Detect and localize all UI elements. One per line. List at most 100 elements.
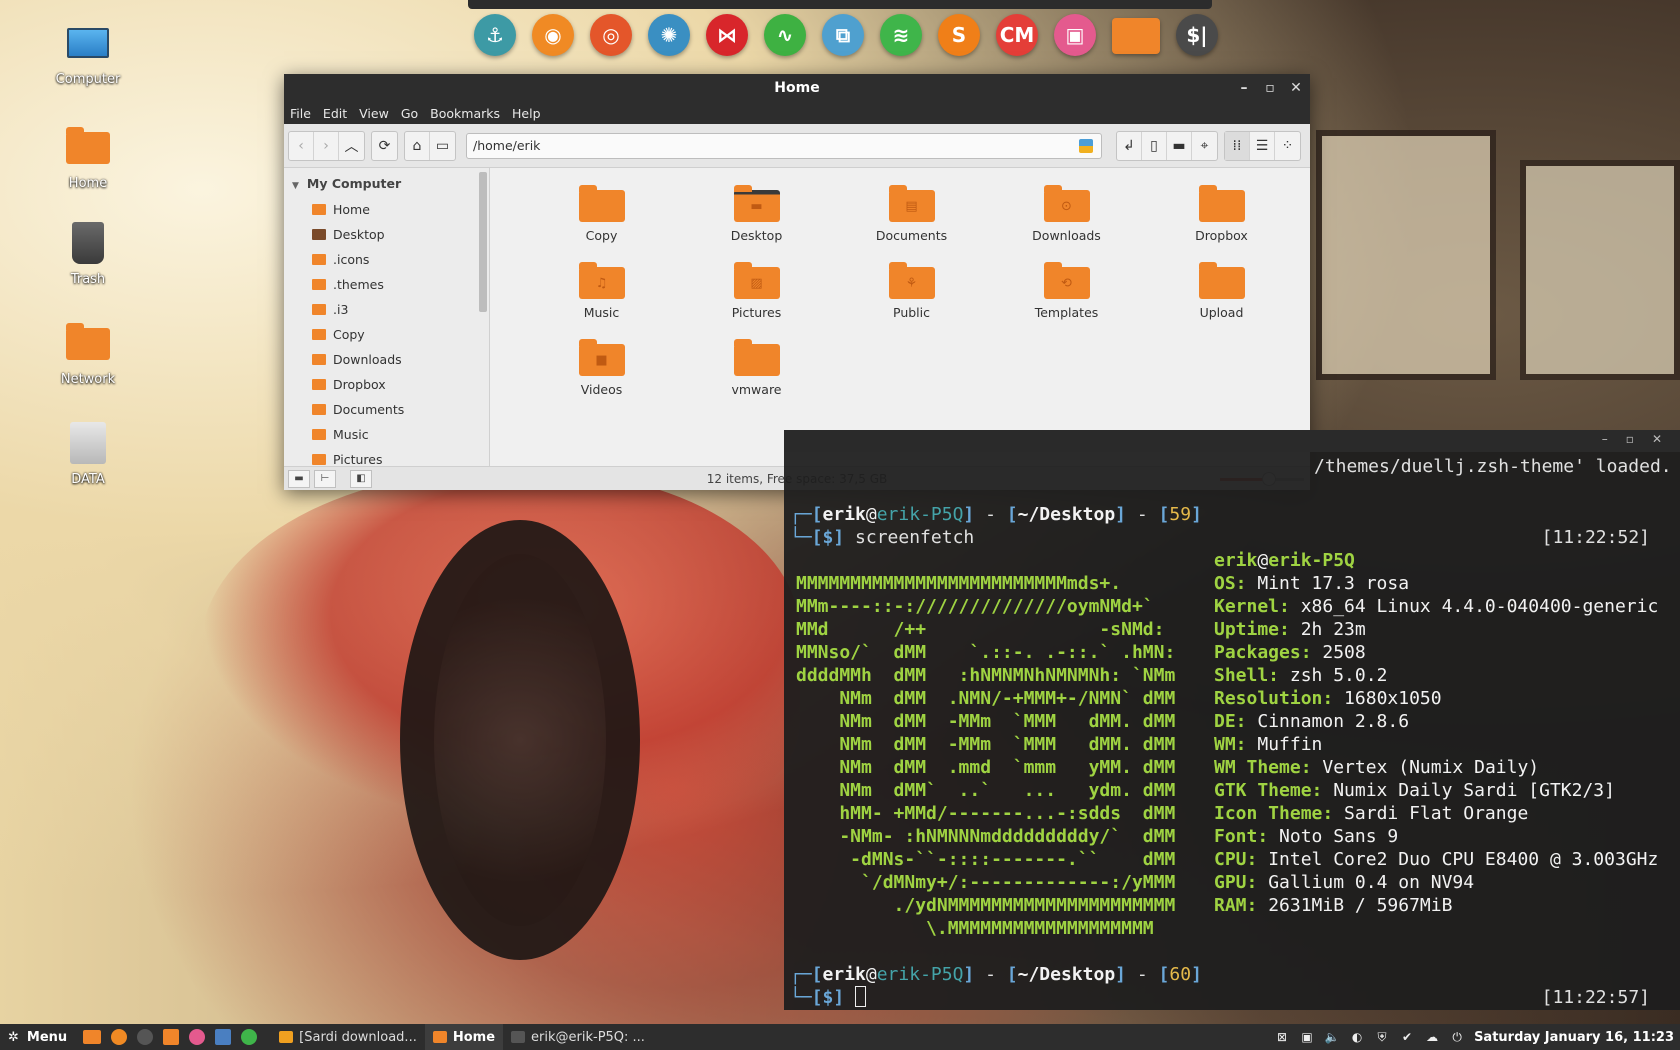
folder-launcher-icon[interactable] [163, 1029, 180, 1045]
hide-sidebar-button[interactable]: ◧ [350, 469, 372, 488]
terminal-command-line: └─[$] screenfetch [790, 527, 975, 548]
firefox-icon[interactable]: ◉ [532, 14, 574, 56]
target-button[interactable]: ⌖ [1192, 132, 1217, 160]
desktop-icon-home[interactable]: Home [38, 126, 138, 191]
power-icon[interactable]: ⏻ [1449, 1030, 1465, 1044]
sidebar-item-dropbox[interactable]: Dropbox [284, 372, 489, 397]
minimize-icon[interactable]: – [1238, 80, 1250, 96]
desktop-icon-label: Computer [55, 72, 121, 87]
taskbar-item[interactable]: erik@erik-P5Q: ... [503, 1024, 653, 1050]
sidebar-item-i3[interactable]: .i3 [284, 297, 489, 322]
chrome-icon[interactable]: ◎ [590, 14, 632, 56]
show-tree-button[interactable]: ⊢ [314, 469, 336, 488]
icon-view-button[interactable]: ⁞⁞ [1225, 131, 1250, 160]
file-item-music[interactable]: ♫ Music [524, 259, 679, 336]
shield-icon[interactable]: ⛨ [1374, 1030, 1390, 1044]
home-button[interactable]: ⌂ [405, 131, 430, 160]
menu-item-go[interactable]: Go [401, 106, 418, 121]
sidebar-scrollbar[interactable] [479, 172, 487, 312]
taskbar-item[interactable]: Home [424, 1024, 504, 1050]
network-icon[interactable]: ▣ [1299, 1030, 1315, 1044]
spotify-icon[interactable]: ≋ [880, 14, 922, 56]
file-item-pictures[interactable]: ▨ Pictures [679, 259, 834, 336]
minimize-icon[interactable]: – [1602, 432, 1608, 446]
terminal-launcher-icon[interactable] [137, 1029, 154, 1045]
file-item-templates[interactable]: ⟲ Templates [989, 259, 1144, 336]
system-monitor-icon[interactable]: ∿ [764, 14, 806, 56]
computer-button[interactable]: ▭ [430, 132, 455, 160]
reload-button[interactable]: ⟳ [372, 132, 397, 160]
sidebar-item-themes[interactable]: .themes [284, 272, 489, 297]
terminal-window[interactable]: – ▫ ✕ /themes/duellj.zsh-theme' loaded. … [784, 430, 1680, 1010]
update-icon[interactable]: ✔ [1399, 1030, 1415, 1044]
compact-view-button[interactable]: ⁘ [1275, 132, 1300, 160]
sidebar-item-pictures[interactable]: Pictures [284, 447, 489, 466]
aperture-icon[interactable]: ✺ [648, 14, 690, 56]
notification-icon[interactable]: ⊠ [1274, 1030, 1290, 1044]
window-titlebar[interactable]: Home – ▫ ✕ [284, 74, 1310, 102]
terminal-input-line[interactable]: └─[$] [790, 986, 867, 1009]
menu-item-bookmarks[interactable]: Bookmarks [430, 106, 500, 121]
file-item-copy[interactable]: Copy [524, 182, 679, 259]
sidebar-item-music[interactable]: Music [284, 422, 489, 447]
menu-item-file[interactable]: File [290, 106, 311, 121]
virtualbox-icon[interactable]: ⧉ [822, 14, 864, 56]
show-places-button[interactable]: ▬ [288, 469, 310, 488]
cloud-icon[interactable]: ☁ [1424, 1030, 1440, 1044]
menu-item-edit[interactable]: Edit [323, 106, 347, 121]
firefox-launcher-icon[interactable] [111, 1029, 128, 1045]
sidebar-item-downloads[interactable]: Downloads [284, 347, 489, 372]
menu-item-view[interactable]: View [359, 106, 389, 121]
camera-icon[interactable]: ▣ [1054, 14, 1096, 56]
file-item-vmware[interactable]: vmware [679, 336, 834, 413]
files-launcher-icon[interactable] [83, 1030, 102, 1044]
maximize-icon[interactable]: ▫ [1264, 80, 1276, 96]
sidebar-item-desktop[interactable]: Desktop [284, 222, 489, 247]
sidebar-item-documents[interactable]: Documents [284, 397, 489, 422]
up-button[interactable]: ︿ [339, 132, 364, 160]
terminal-button[interactable]: ▯ [1142, 131, 1167, 160]
file-item-upload[interactable]: Upload [1144, 259, 1299, 336]
new-folder-button[interactable]: ▬ [1167, 131, 1192, 160]
list-view-button[interactable]: ☰ [1250, 131, 1275, 160]
desktop-icon-trash[interactable]: Trash [38, 222, 138, 287]
file-item-desktop[interactable]: ▬ Desktop [679, 182, 834, 259]
sidebar-item-copy[interactable]: Copy [284, 322, 489, 347]
volume-icon[interactable]: 🔈 [1324, 1030, 1340, 1044]
back-button[interactable]: ‹ [289, 131, 314, 160]
close-icon[interactable]: ✕ [1652, 432, 1662, 446]
file-item-downloads[interactable]: ⊙ Downloads [989, 182, 1144, 259]
sidebar-header[interactable]: ▼ My Computer [284, 168, 489, 197]
maximize-icon[interactable]: ▫ [1626, 432, 1634, 446]
terminal-titlebar[interactable]: – ▫ ✕ [784, 430, 1680, 452]
spotify-launcher-icon[interactable] [241, 1029, 258, 1045]
location-toggle-icon[interactable] [1079, 138, 1093, 153]
anchor-icon[interactable]: ⚓ [474, 14, 516, 56]
file-item-documents[interactable]: ▤ Documents [834, 182, 989, 259]
terminal-icon[interactable]: $| [1176, 14, 1218, 56]
bowtie-icon[interactable]: ⋈ [706, 14, 748, 56]
clock[interactable]: Saturday January 16, 11:23 [1474, 1030, 1674, 1045]
display-icon[interactable]: ◐ [1349, 1030, 1365, 1044]
open-in-terminal-button[interactable]: ↲ [1117, 131, 1142, 160]
info-key: Packages: [1214, 642, 1312, 663]
file-item-public[interactable]: ⚘ Public [834, 259, 989, 336]
taskbar-item[interactable]: [Sardi download... [271, 1024, 425, 1050]
menu-button[interactable]: ✲ Menu [0, 1030, 75, 1045]
file-item-videos[interactable]: ■ Videos [524, 336, 679, 413]
camera-launcher-icon[interactable] [189, 1029, 206, 1045]
sidebar-item-home[interactable]: Home [284, 197, 489, 222]
sublime-icon[interactable]: S [938, 14, 980, 56]
location-bar[interactable]: /home/erik [466, 132, 1102, 159]
file-item-dropbox[interactable]: Dropbox [1144, 182, 1299, 259]
menu-item-help[interactable]: Help [512, 106, 541, 121]
desktop-icon-data-drive[interactable]: DATA [38, 422, 138, 487]
settings-launcher-icon[interactable] [215, 1029, 232, 1045]
files-icon[interactable] [1112, 18, 1160, 54]
desktop-icon-network[interactable]: Network [38, 322, 138, 387]
desktop-icon-computer[interactable]: Computer [38, 28, 138, 87]
sidebar-item-icons[interactable]: .icons [284, 247, 489, 272]
forward-button[interactable]: › [314, 131, 339, 160]
cm-icon[interactable]: CM [996, 14, 1038, 56]
close-icon[interactable]: ✕ [1290, 80, 1302, 96]
